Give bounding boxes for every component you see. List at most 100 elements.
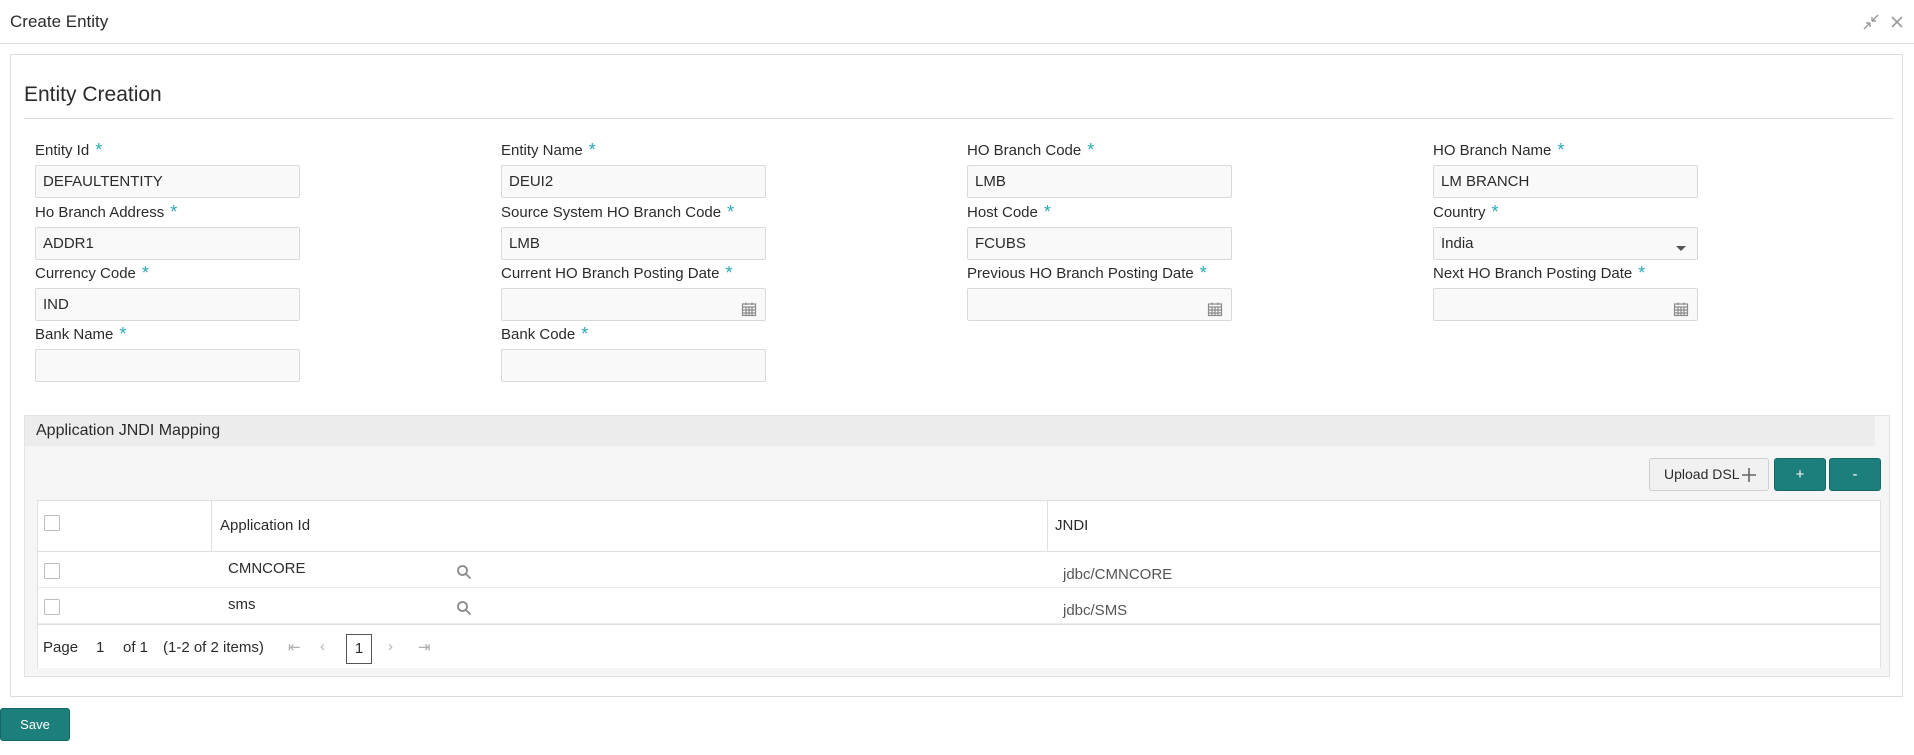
collapse-icon[interactable]: [1862, 13, 1880, 31]
close-icon[interactable]: [1888, 13, 1906, 31]
source-system-ho-branch-code-input[interactable]: LMB: [501, 227, 766, 260]
row-checkbox[interactable]: [44, 563, 60, 579]
required-marker: *: [119, 324, 127, 344]
ho-branch-address-field: Ho Branch Address * ADDR1: [35, 201, 305, 260]
calendar-icon[interactable]: [1207, 297, 1223, 317]
entity-name-input[interactable]: DEUI2: [501, 165, 766, 198]
current-page-button[interactable]: 1: [346, 634, 372, 664]
application-id-cell[interactable]: sms: [228, 596, 256, 613]
ho-branch-name-input[interactable]: LM BRANCH: [1433, 165, 1698, 198]
required-marker: *: [141, 263, 149, 283]
currency-code-field: Currency Code * IND: [35, 262, 305, 321]
current-ho-branch-posting-date-field: Current HO Branch Posting Date *: [501, 262, 771, 321]
bank-code-field: Bank Code *: [501, 323, 771, 382]
jndi-mapping-section: Application JNDI Mapping Upload DSL + - …: [24, 415, 1890, 677]
previous-page-icon[interactable]: ‹: [320, 638, 325, 655]
currency-code-input[interactable]: IND: [35, 288, 300, 321]
entity-id-label: Entity Id: [35, 142, 90, 159]
ho-branch-address-label: Ho Branch Address: [35, 204, 165, 221]
country-value: India: [1441, 235, 1474, 252]
required-marker: *: [1557, 140, 1565, 160]
jndi-cell[interactable]: jdbc/CMNCORE: [1063, 566, 1172, 583]
page-label: Page: [43, 639, 79, 656]
save-button[interactable]: Save: [0, 708, 70, 741]
page-total-label: of 1: [123, 639, 149, 656]
pagination-bar: Page 1 of 1 (1-2 of 2 items) ⇤ ‹ 1 › ⇥: [38, 624, 1880, 668]
required-marker: *: [1491, 202, 1499, 222]
entity-id-field: Entity Id * DEFAULTENTITY: [35, 139, 305, 198]
country-select[interactable]: India: [1433, 227, 1698, 260]
table-row[interactable]: CMNCORE jdbc/CMNCORE: [38, 552, 1880, 588]
required-marker: *: [727, 202, 735, 222]
ho-branch-address-input[interactable]: ADDR1: [35, 227, 300, 260]
entity-name-field: Entity Name * DEUI2: [501, 139, 771, 198]
next-ho-branch-posting-date-field: Next HO Branch Posting Date *: [1433, 262, 1703, 321]
items-count-label: (1-2 of 2 items): [163, 639, 264, 656]
ho-branch-name-field: HO Branch Name * LM BRANCH: [1433, 139, 1703, 198]
currency-code-label: Currency Code: [35, 265, 136, 282]
bank-name-input[interactable]: [35, 349, 300, 382]
required-marker: *: [1638, 263, 1646, 283]
bank-name-label: Bank Name: [35, 326, 114, 343]
bank-code-input[interactable]: [501, 349, 766, 382]
bank-name-field: Bank Name *: [35, 323, 305, 382]
upload-dsl-button[interactable]: Upload DSL: [1649, 458, 1769, 491]
table-header: Application Id JNDI: [38, 501, 1880, 552]
remove-row-button[interactable]: -: [1829, 458, 1881, 491]
required-marker: *: [1087, 140, 1095, 160]
required-marker: *: [725, 263, 733, 283]
ho-branch-code-input[interactable]: LMB: [967, 165, 1232, 198]
search-icon[interactable]: [456, 600, 472, 616]
section-title: Entity Creation: [24, 83, 162, 106]
calendar-icon[interactable]: [741, 297, 757, 317]
search-icon[interactable]: [456, 564, 472, 580]
upload-dsl-label: Upload DSL: [1664, 466, 1740, 482]
page-number-input[interactable]: 1: [96, 639, 104, 656]
next-ho-branch-posting-date-label: Next HO Branch Posting Date: [1433, 265, 1633, 282]
section-divider: [24, 118, 1894, 119]
ho-branch-code-label: HO Branch Code: [967, 142, 1082, 159]
next-page-icon[interactable]: ›: [388, 638, 393, 655]
source-system-ho-branch-code-field: Source System HO Branch Code * LMB: [501, 201, 771, 260]
required-marker: *: [95, 140, 103, 160]
dropdown-arrow-icon[interactable]: [1673, 236, 1689, 252]
first-page-icon[interactable]: ⇤: [288, 638, 301, 656]
plus-icon: [1742, 459, 1756, 500]
application-id-cell[interactable]: CMNCORE: [228, 560, 306, 577]
required-marker: *: [588, 140, 596, 160]
add-row-button[interactable]: +: [1774, 458, 1826, 491]
ho-branch-code-field: HO Branch Code * LMB: [967, 139, 1237, 198]
current-ho-branch-posting-date-label: Current HO Branch Posting Date: [501, 265, 720, 282]
jndi-mapping-title: Application JNDI Mapping: [36, 422, 221, 439]
required-marker: *: [1199, 263, 1207, 283]
required-marker: *: [1043, 202, 1051, 222]
country-field: Country * India: [1433, 201, 1703, 260]
previous-ho-branch-posting-date-field: Previous HO Branch Posting Date *: [967, 262, 1237, 321]
host-code-field: Host Code * FCUBS: [967, 201, 1237, 260]
last-page-icon[interactable]: ⇥: [418, 638, 431, 656]
window-titlebar: Create Entity: [0, 0, 1914, 44]
entity-creation-panel: Entity Creation Entity Id * DEFAULTENTITY…: [10, 54, 1903, 697]
country-label: Country: [1433, 204, 1486, 221]
select-all-checkbox[interactable]: [44, 515, 60, 531]
jndi-mapping-table: Application Id JNDI CMNCORE jdbc/CMNCORE…: [37, 500, 1881, 668]
current-ho-branch-posting-date-input[interactable]: [501, 288, 766, 321]
required-marker: *: [170, 202, 178, 222]
row-checkbox[interactable]: [44, 599, 60, 615]
calendar-icon[interactable]: [1673, 297, 1689, 317]
entity-id-input[interactable]: DEFAULTENTITY: [35, 165, 300, 198]
host-code-input[interactable]: FCUBS: [967, 227, 1232, 260]
next-ho-branch-posting-date-input[interactable]: [1433, 288, 1698, 321]
required-marker: *: [581, 324, 589, 344]
jndi-column-header[interactable]: JNDI: [1055, 517, 1088, 534]
jndi-cell[interactable]: jdbc/SMS: [1063, 602, 1127, 619]
previous-ho-branch-posting-date-input[interactable]: [967, 288, 1232, 321]
table-row[interactable]: sms jdbc/SMS: [38, 588, 1880, 624]
window-title: Create Entity: [10, 12, 109, 31]
previous-ho-branch-posting-date-label: Previous HO Branch Posting Date: [967, 265, 1194, 282]
application-id-column-header[interactable]: Application Id: [220, 517, 310, 534]
source-system-ho-branch-code-label: Source System HO Branch Code: [501, 204, 722, 221]
entity-name-label: Entity Name: [501, 142, 583, 159]
jndi-mapping-header: Application JNDI Mapping: [25, 416, 1875, 446]
ho-branch-name-label: HO Branch Name: [1433, 142, 1552, 159]
